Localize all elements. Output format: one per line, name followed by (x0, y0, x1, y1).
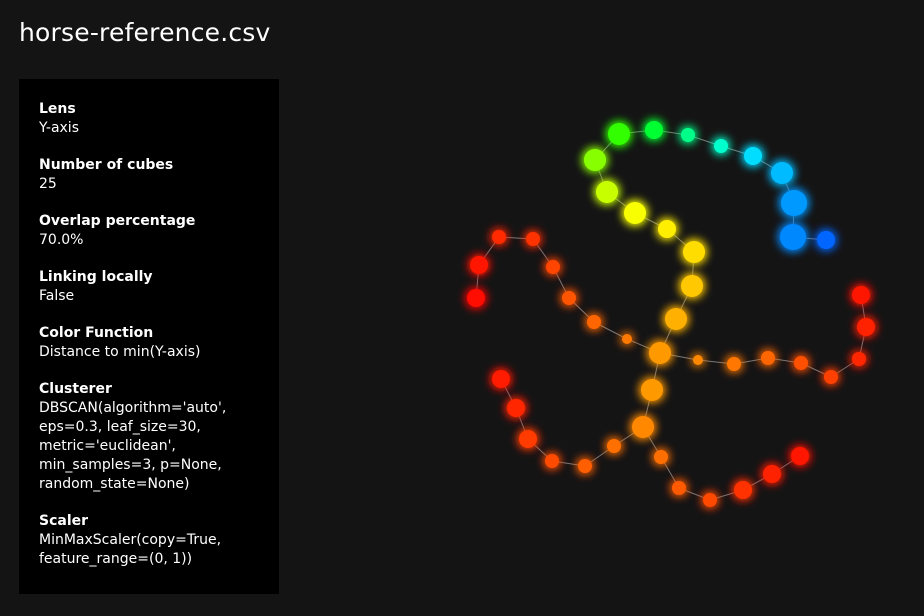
graph-node[interactable] (857, 318, 875, 336)
graph-node[interactable] (693, 355, 703, 365)
graph-node[interactable] (771, 162, 793, 184)
graph-node[interactable] (681, 275, 703, 297)
graph-node[interactable] (734, 481, 752, 499)
graph-node[interactable] (780, 224, 806, 250)
graph-node[interactable] (587, 315, 601, 329)
nodes-layer (467, 121, 875, 507)
graph-node[interactable] (622, 334, 632, 344)
graph-node[interactable] (596, 181, 618, 203)
graph-node[interactable] (824, 370, 838, 384)
page: horse-reference.csv Lens Y-axis Number o… (0, 0, 924, 616)
graph-node[interactable] (519, 430, 537, 448)
graph-node[interactable] (714, 139, 728, 153)
graph-node[interactable] (744, 147, 762, 165)
graph-node[interactable] (546, 260, 560, 274)
graph-node[interactable] (658, 220, 676, 238)
graph-node[interactable] (492, 370, 510, 388)
graph-node[interactable] (645, 121, 663, 139)
graph-node[interactable] (545, 454, 559, 468)
graph-node[interactable] (584, 149, 606, 171)
graph-node[interactable] (665, 308, 687, 330)
graph-node[interactable] (526, 232, 540, 246)
graph-node[interactable] (649, 342, 671, 364)
graph-node[interactable] (763, 465, 781, 483)
graph-node[interactable] (781, 190, 807, 216)
mapper-graph[interactable] (0, 0, 924, 616)
graph-node[interactable] (624, 202, 646, 224)
graph-node[interactable] (492, 230, 506, 244)
graph-node[interactable] (641, 379, 663, 401)
graph-node[interactable] (794, 356, 808, 370)
graph-node[interactable] (507, 399, 525, 417)
graph-node[interactable] (852, 286, 870, 304)
graph-node[interactable] (672, 481, 686, 495)
graph-node[interactable] (562, 291, 576, 305)
graph-node[interactable] (608, 123, 630, 145)
graph-node[interactable] (791, 447, 809, 465)
graph-node[interactable] (470, 256, 488, 274)
graph-node[interactable] (852, 352, 866, 366)
graph-node[interactable] (683, 241, 705, 263)
graph-node[interactable] (607, 439, 621, 453)
graph-node[interactable] (681, 128, 695, 142)
graph-node[interactable] (467, 289, 485, 307)
graph-node[interactable] (578, 459, 592, 473)
graph-node[interactable] (703, 493, 717, 507)
graph-node[interactable] (817, 231, 835, 249)
graph-node[interactable] (761, 351, 775, 365)
graph-node[interactable] (654, 450, 668, 464)
graph-node[interactable] (727, 357, 741, 371)
graph-node[interactable] (632, 416, 654, 438)
